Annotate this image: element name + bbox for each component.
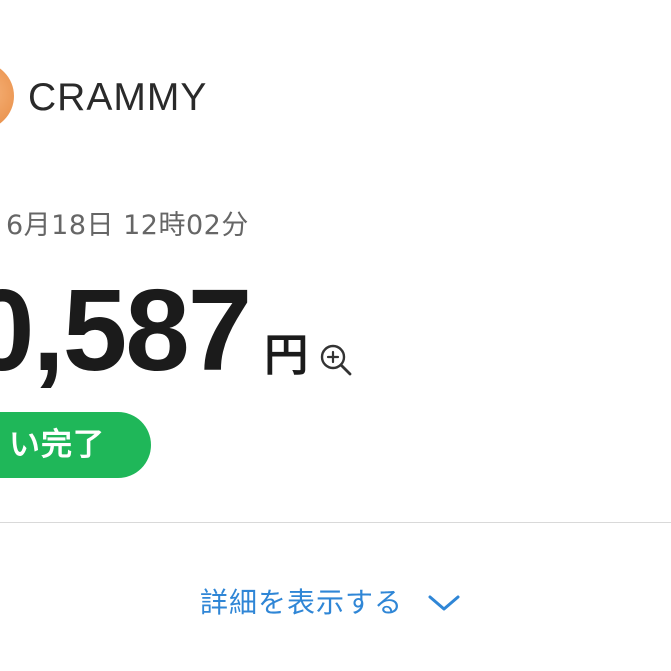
merchant-name: CRAMMY bbox=[28, 76, 208, 119]
transaction-timestamp: 6月18日 12時02分 bbox=[6, 210, 249, 241]
section-divider bbox=[0, 522, 671, 523]
payment-amount: 0,587 bbox=[0, 265, 252, 395]
payment-detail-screen: CRAMMY 6月18日 12時02分 0,587 円 い完了 詳細を表示する bbox=[0, 0, 671, 671]
currency-symbol: 円 bbox=[264, 330, 309, 381]
zoom-in-icon[interactable] bbox=[318, 342, 354, 378]
show-details-label: 詳細を表示する bbox=[200, 586, 404, 619]
chevron-down-icon bbox=[427, 593, 461, 613]
payment-status-badge: い完了 bbox=[0, 412, 151, 478]
amount-row: 0,587 円 bbox=[0, 258, 354, 388]
payment-status-text: い完了 bbox=[9, 427, 105, 463]
show-details-button[interactable]: 詳細を表示する bbox=[200, 580, 461, 626]
merchant-avatar bbox=[0, 62, 14, 130]
